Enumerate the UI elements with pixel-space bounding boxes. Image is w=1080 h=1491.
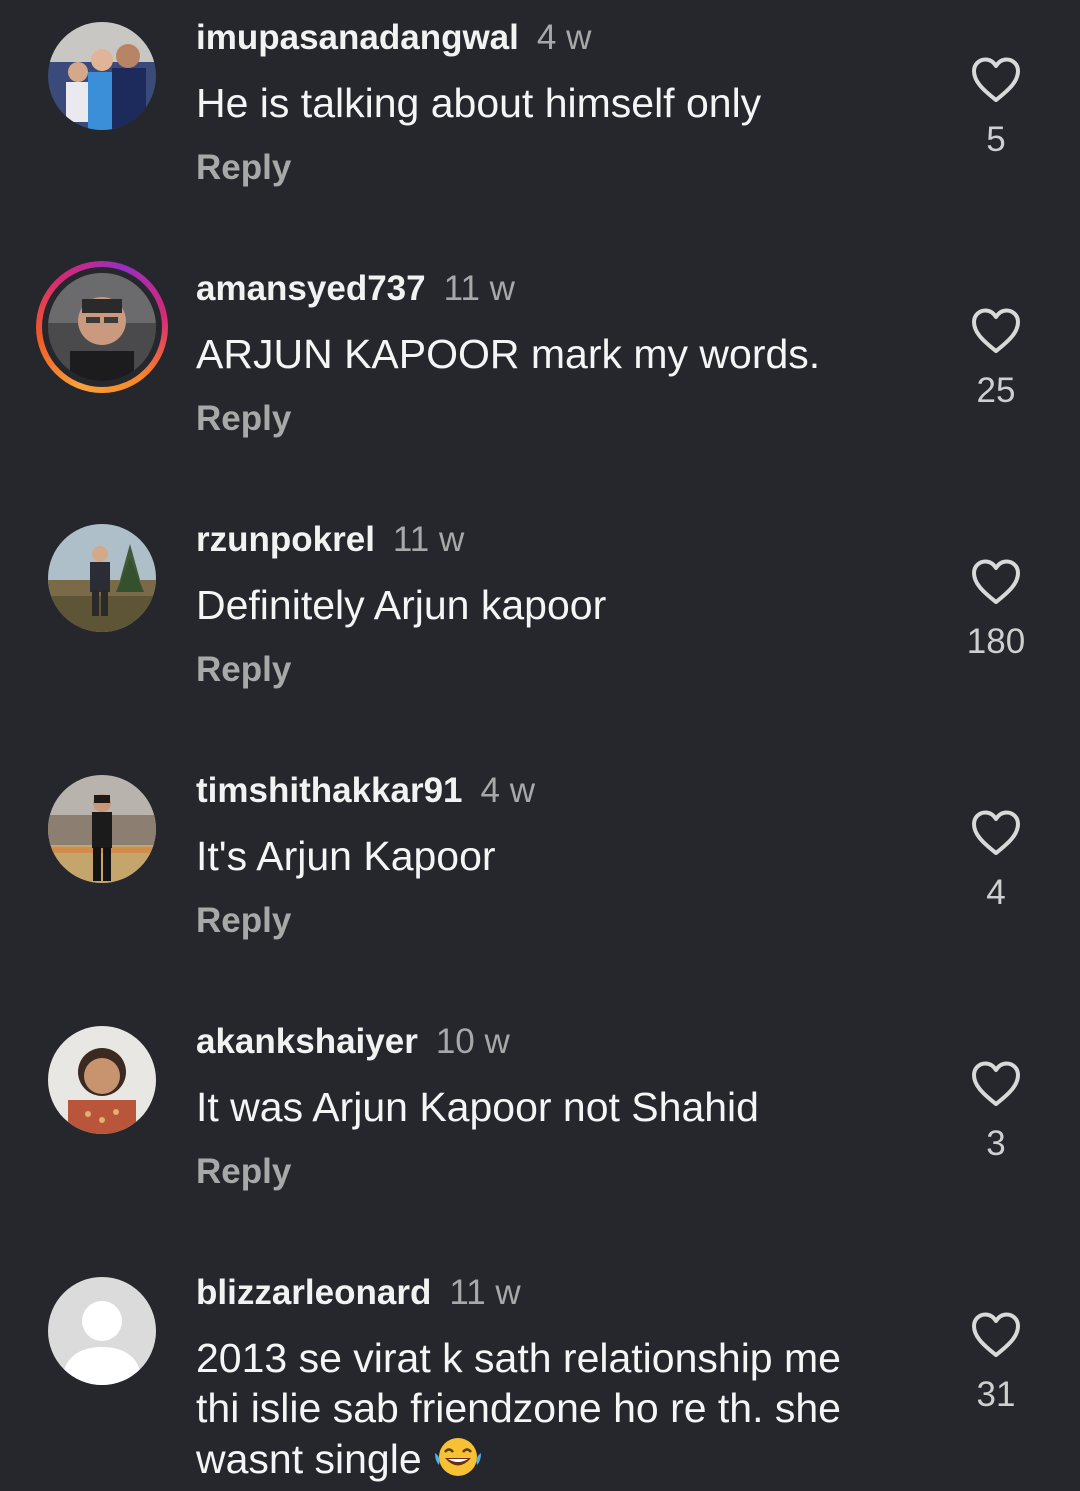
woman-standing-icon: [48, 775, 156, 883]
timestamp: 10 w: [435, 1022, 510, 1061]
comment-header: imupasanadangwal 4 w: [196, 16, 591, 60]
woman-portrait-icon: [48, 1026, 156, 1134]
avatar[interactable]: [48, 775, 156, 883]
like-control: 180: [946, 558, 1046, 664]
avatar[interactable]: [48, 1277, 156, 1385]
like-control: 3: [946, 1060, 1046, 1166]
like-count: 180: [966, 622, 1026, 661]
comment-text: It was Arjun Kapoor not Shahid: [196, 1084, 759, 1130]
comment-text-content: 2013 se virat k sath relationship me thi…: [196, 1335, 841, 1482]
timestamp: 4 w: [480, 771, 535, 810]
username[interactable]: blizzarleonard: [196, 1273, 431, 1312]
avatar[interactable]: [48, 524, 156, 632]
username[interactable]: akankshaiyer: [196, 1022, 418, 1061]
outdoor-person-icon: [48, 524, 156, 632]
comment-text: ARJUN KAPOOR mark my words.: [196, 331, 821, 377]
username[interactable]: timshithakkar91: [196, 771, 463, 810]
timestamp: 4 w: [536, 18, 592, 57]
face-with-tears-of-joy-icon: [435, 1438, 482, 1476]
comment-header: blizzarleonard 11 w: [196, 1271, 521, 1315]
comment-text: Definitely Arjun kapoor: [196, 582, 607, 628]
reply-button[interactable]: Reply: [196, 899, 291, 943]
username[interactable]: amansyed737: [196, 269, 426, 308]
comment-header: timshithakkar91 4 w: [196, 769, 535, 813]
comment-text: He is talking about himself only: [196, 80, 762, 126]
reply-button[interactable]: Reply: [196, 397, 291, 441]
default-user-icon: [48, 1277, 156, 1385]
reply-button[interactable]: Reply: [196, 648, 291, 692]
avatar[interactable]: [48, 22, 156, 130]
reply-button[interactable]: Reply: [196, 146, 291, 190]
like-count: 5: [986, 120, 1006, 159]
comment-text: It's Arjun Kapoor: [196, 833, 496, 879]
like-control: 4: [946, 809, 1046, 915]
comment-header: amansyed737 11 w: [196, 267, 515, 311]
like-control: 25: [946, 307, 1046, 413]
avatar[interactable]: [48, 1026, 156, 1134]
timestamp: 11 w: [392, 520, 465, 559]
heart-icon[interactable]: [970, 558, 1022, 606]
comment-text: 2013 se virat k sath relationship me thi…: [196, 1333, 886, 1484]
like-control: 5: [946, 56, 1046, 162]
like-count: 3: [986, 1124, 1006, 1163]
heart-icon[interactable]: [970, 307, 1022, 355]
timestamp: 11 w: [443, 269, 515, 308]
like-count: 31: [976, 1375, 1016, 1414]
comment-header: rzunpokrel 11 w: [196, 518, 464, 562]
username[interactable]: rzunpokrel: [196, 520, 375, 559]
heart-icon[interactable]: [970, 809, 1022, 857]
heart-icon[interactable]: [970, 1311, 1022, 1359]
heart-icon[interactable]: [970, 56, 1022, 104]
like-count: 4: [986, 873, 1006, 912]
username[interactable]: imupasanadangwal: [196, 18, 519, 57]
man-portrait-icon: [48, 273, 156, 381]
family-photo-icon: [48, 22, 156, 130]
avatar-story-ring[interactable]: [36, 261, 168, 393]
reply-button[interactable]: Reply: [196, 1150, 291, 1194]
timestamp: 11 w: [449, 1273, 521, 1312]
like-control: 31: [946, 1311, 1046, 1417]
comment-header: akankshaiyer 10 w: [196, 1020, 510, 1064]
like-count: 25: [976, 371, 1016, 410]
heart-icon[interactable]: [970, 1060, 1022, 1108]
